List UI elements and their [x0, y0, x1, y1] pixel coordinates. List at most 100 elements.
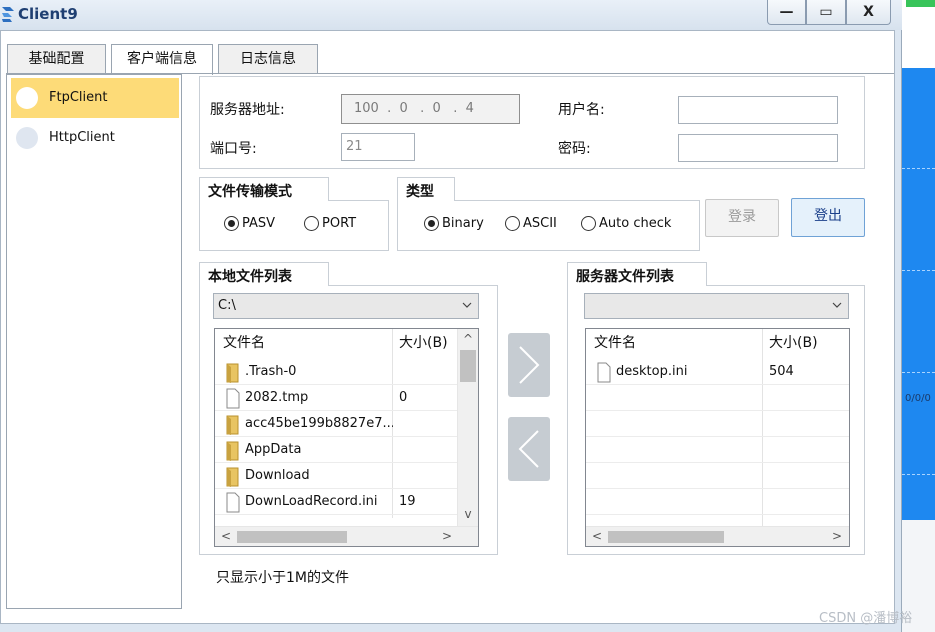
table-row[interactable] — [586, 437, 849, 463]
table-row[interactable] — [586, 463, 849, 489]
scroll-left-icon[interactable]: < — [589, 527, 605, 545]
radio-label: PORT — [322, 216, 357, 231]
username-field[interactable] — [678, 96, 838, 124]
vertical-scrollbar[interactable]: ^ v — [457, 329, 478, 527]
upload-button[interactable] — [508, 333, 550, 397]
column-header-size[interactable]: 大小(B) — [399, 329, 448, 357]
list-item-label: HttpClient — [49, 130, 115, 145]
port-field[interactable]: 21 — [341, 133, 415, 161]
table-row[interactable]: .Trash-0 — [215, 359, 457, 385]
scroll-right-icon[interactable]: > — [829, 527, 845, 545]
server-address-field[interactable]: 100 . 0 . 0 . 4 — [341, 94, 520, 124]
list-item-ftpclient[interactable]: FtpClient — [11, 78, 179, 118]
table-row[interactable] — [586, 385, 849, 411]
maximize-button[interactable]: ▭ — [806, 0, 846, 25]
file-name: desktop.ini — [616, 364, 688, 379]
file-icon — [597, 362, 611, 383]
scroll-down-icon[interactable]: v — [460, 505, 476, 523]
scrollbar-thumb[interactable] — [237, 531, 347, 543]
radio-label: Auto check — [599, 216, 672, 231]
server-path-combo[interactable] — [584, 293, 849, 319]
port-label: 端口号: — [210, 141, 257, 157]
server-files-title: 服务器文件列表 — [570, 266, 680, 286]
table-row[interactable]: 2082.tmp 0 — [215, 385, 457, 411]
column-header-name[interactable]: 文件名 — [594, 329, 636, 357]
table-row[interactable]: Download — [215, 463, 457, 489]
radio-auto-check[interactable]: Auto check — [581, 216, 671, 231]
login-button[interactable]: 登录 — [705, 199, 779, 237]
watermark: CSDN @潘博裕 — [819, 611, 913, 626]
table-row[interactable]: DownLoadRecord.ini 19 — [215, 489, 457, 515]
tab-basic-config[interactable]: 基础配置 — [7, 44, 106, 74]
window-title: Client9 — [18, 5, 78, 23]
file-name: 2082.tmp — [245, 390, 309, 405]
background-app-divider — [902, 168, 935, 169]
tab-log-info[interactable]: 日志信息 — [218, 44, 318, 74]
background-app-divider — [902, 270, 935, 271]
scroll-right-icon[interactable]: > — [439, 527, 455, 545]
radio-checked-icon — [424, 216, 439, 231]
close-button[interactable]: X — [846, 0, 891, 25]
file-name: DownLoadRecord.ini — [245, 494, 378, 509]
type-title: 类型 — [400, 181, 440, 201]
background-app-label: 0/0/0 — [905, 393, 931, 404]
background-app-panel — [902, 68, 935, 520]
horizontal-scrollbar[interactable]: < > — [215, 526, 478, 546]
password-label: 密码: — [558, 141, 591, 157]
table-row[interactable]: acc45be199b8827e7... — [215, 411, 457, 437]
tab-client-info[interactable]: 客户端信息 — [111, 44, 213, 75]
radio-pasv[interactable]: PASV — [224, 216, 275, 231]
arrow-left-icon — [518, 430, 539, 468]
file-size-note: 只显示小于1M的文件 — [216, 570, 349, 586]
scrollbar-thumb[interactable] — [608, 531, 724, 543]
column-header-name[interactable]: 文件名 — [223, 329, 265, 357]
file-name: .Trash-0 — [245, 364, 297, 379]
local-file-list[interactable]: 文件名 大小(B) .Trash-0 2082.tmp 0 acc45be199b88… — [214, 328, 479, 547]
download-button[interactable] — [508, 417, 550, 481]
table-row[interactable] — [586, 411, 849, 437]
password-field[interactable] — [678, 134, 838, 162]
app-icon — [2, 7, 14, 22]
username-label: 用户名: — [558, 102, 605, 118]
logout-button[interactable]: 登出 — [791, 198, 865, 237]
table-row[interactable] — [586, 489, 849, 515]
list-item-label: FtpClient — [49, 90, 108, 105]
server-file-list[interactable]: 文件名 大小(B) desktop.ini 504 < > — [585, 328, 850, 547]
local-files-title: 本地文件列表 — [202, 266, 298, 286]
folder-icon — [226, 467, 239, 487]
radio-port[interactable]: PORT — [304, 216, 356, 231]
chevron-down-icon — [832, 302, 842, 308]
folder-icon — [226, 415, 239, 435]
file-name: Download — [245, 468, 310, 483]
circle-icon — [16, 127, 38, 149]
file-size: 504 — [769, 364, 794, 379]
scroll-left-icon[interactable]: < — [218, 527, 234, 545]
list-item-httpclient[interactable]: HttpClient — [11, 118, 179, 158]
circle-icon — [16, 87, 38, 109]
background-app-strip — [902, 0, 935, 68]
table-row[interactable]: AppData — [215, 437, 457, 463]
scroll-up-icon[interactable]: ^ — [460, 330, 476, 348]
file-size: 19 — [399, 494, 416, 509]
scrollbar-thumb[interactable] — [460, 350, 476, 382]
background-app-divider — [902, 372, 935, 373]
radio-binary[interactable]: Binary — [424, 216, 484, 231]
local-path-combo[interactable]: C:\ — [213, 293, 479, 319]
server-address-label: 服务器地址: — [210, 102, 285, 118]
local-path-value: C:\ — [218, 298, 236, 313]
table-row[interactable]: desktop.ini 504 — [586, 359, 849, 385]
file-icon — [226, 388, 240, 409]
file-name: acc45be199b8827e7... — [245, 416, 393, 431]
radio-unchecked-icon — [505, 216, 520, 231]
radio-ascii[interactable]: ASCII — [505, 216, 557, 231]
minimize-button[interactable]: — — [767, 0, 806, 25]
radio-checked-icon — [224, 216, 239, 231]
chevron-down-icon — [462, 302, 472, 308]
horizontal-scrollbar[interactable]: < > — [586, 526, 849, 546]
background-app-indicator — [906, 0, 935, 7]
transfer-mode-title: 文件传输模式 — [202, 181, 298, 201]
radio-label: PASV — [242, 216, 276, 231]
column-header-size[interactable]: 大小(B) — [769, 329, 818, 357]
folder-icon — [226, 441, 239, 461]
file-icon — [226, 492, 240, 513]
